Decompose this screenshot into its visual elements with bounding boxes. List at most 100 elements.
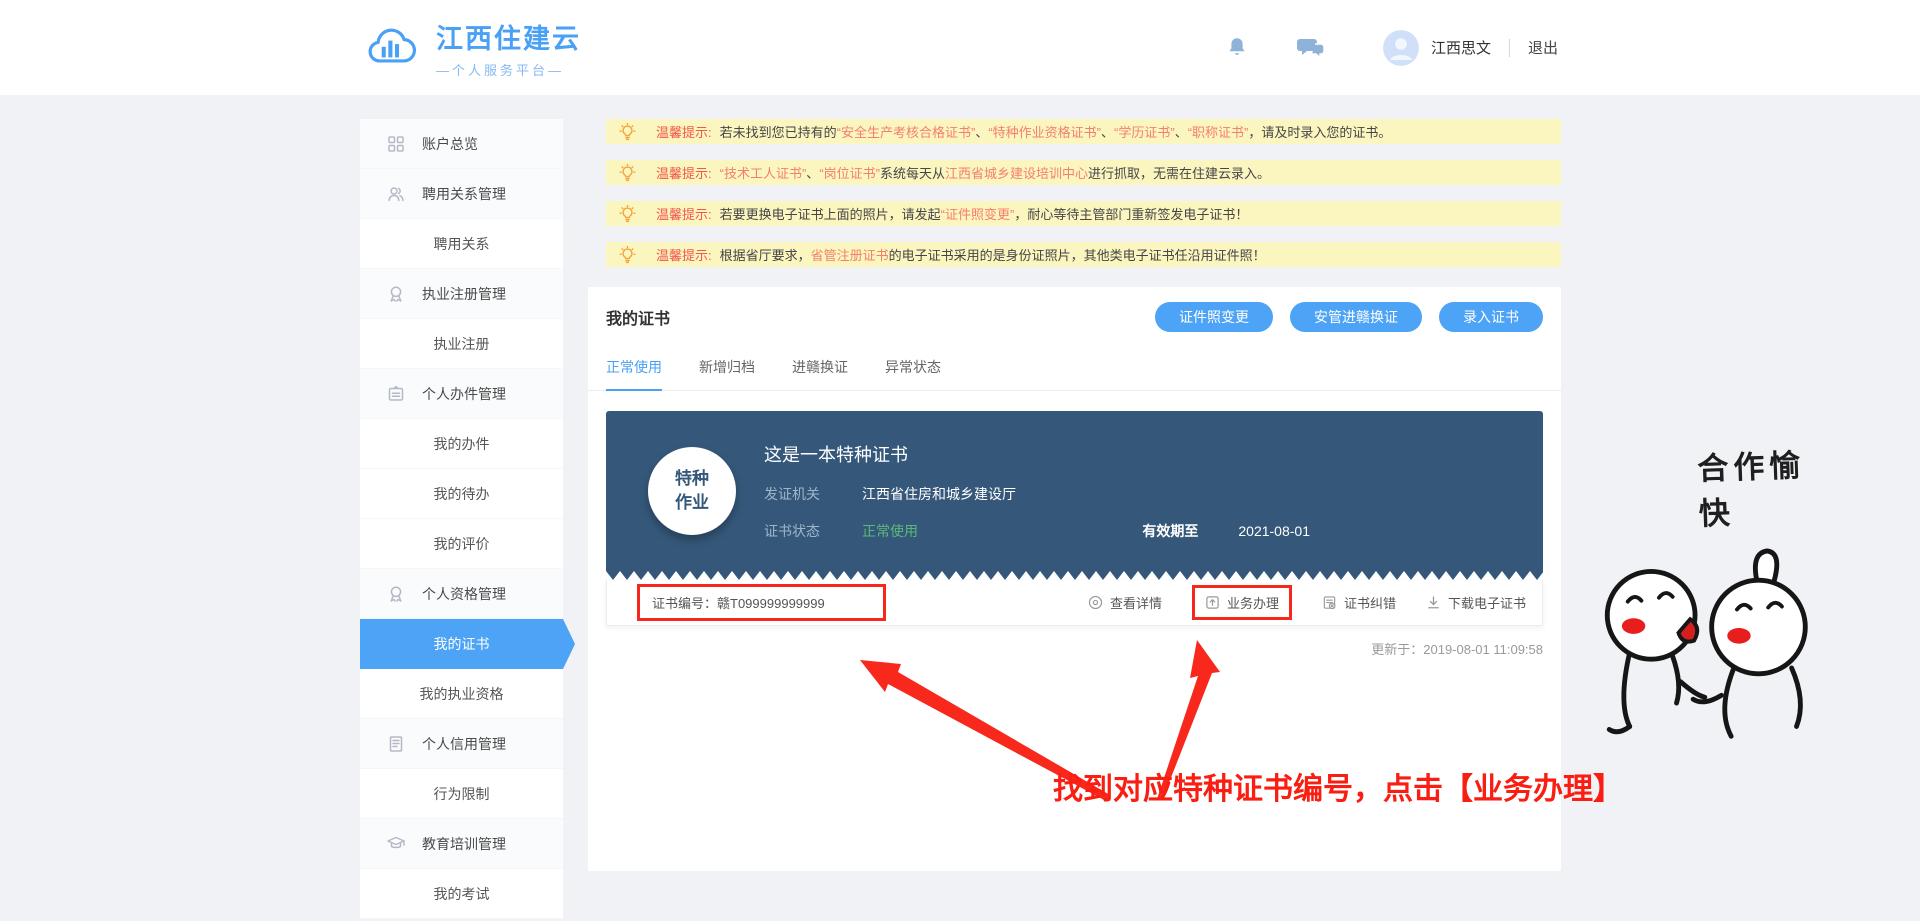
cloud-logo-icon (360, 21, 422, 74)
avatar[interactable] (1383, 30, 1419, 66)
logo-title: 江西住建云 (436, 17, 581, 56)
sidebar-item-sub[interactable]: 聘用关系 (360, 219, 563, 269)
sidebar-item-active[interactable]: 我的证书 (360, 619, 563, 669)
bulb-icon (619, 246, 636, 264)
sidebar-item-label: 我的证书 (434, 634, 490, 654)
notice-text: ，耐心等待主管部门重新签发电子证书！ (1014, 204, 1248, 223)
sidebar-item-label: 个人资格管理 (422, 584, 506, 604)
notice-highlight: 省管注册证书 (811, 245, 889, 264)
sidebar-item-sub[interactable]: 我的评价 (360, 519, 563, 569)
bulb-icon (619, 164, 636, 182)
notice-highlight: “技术工人证书” (720, 163, 807, 182)
action-eye[interactable]: 查看详情 (1088, 593, 1162, 612)
sidebar-item-group[interactable]: 聘用关系管理 (360, 169, 563, 219)
sidebar-item-sub[interactable]: 我的执业资格 (360, 669, 563, 719)
notice-highlight: “职称证书” (1188, 122, 1249, 141)
sidebar-item-group[interactable]: 个人资格管理 (360, 569, 563, 619)
sidebar-item-label: 个人信用管理 (422, 734, 506, 754)
certificate-card-body: 特种 作业 这是一本特种证书 发证机关 江西省住房和城乡建设厅 证书状态 (606, 411, 1543, 571)
pill-button[interactable]: 证件照变更 (1155, 302, 1273, 332)
username[interactable]: 江西思文 (1431, 37, 1491, 58)
grid-icon (386, 134, 406, 154)
body: 账户总览聘用关系管理聘用关系执业注册管理执业注册个人办件管理我的办件我的待办我的… (0, 119, 1920, 919)
logout-button[interactable]: 退出 (1528, 37, 1558, 58)
sidebar-item-label: 教育培训管理 (422, 834, 506, 854)
certificate-number: 证书编号：赣T099999999999 (637, 584, 886, 621)
app-logo[interactable]: 江西住建云 —个人服务平台— (360, 17, 581, 79)
notice-highlight: “安全生产考核合格证书” (837, 122, 976, 141)
action-upload[interactable]: 业务办理 (1192, 585, 1292, 620)
sidebar-item-label: 我的执业资格 (420, 684, 504, 704)
sidebar-item-group[interactable]: 执业注册管理 (360, 269, 563, 319)
tab-active[interactable]: 正常使用 (606, 357, 662, 391)
valid-until-value: 2021-08-01 (1238, 523, 1310, 539)
action-label: 业务办理 (1227, 593, 1279, 612)
sidebar-item-sub[interactable]: 执业注册 (360, 319, 563, 369)
sidebar-item-label: 我的评价 (434, 534, 490, 554)
sidebar-item-sub[interactable]: 我的考试 (360, 869, 563, 919)
notice-text: 若要更换电子证书上面的照片，请发起 (720, 204, 941, 223)
status-badge: 正常使用 (862, 521, 918, 541)
certificate-footer: 证书编号：赣T099999999999 查看详情 业务办理 证书纠错 下载电子证书 (606, 580, 1543, 626)
sidebar-item-group[interactable]: 个人信用管理 (360, 719, 563, 769)
action-label: 下载电子证书 (1448, 593, 1526, 612)
bulb-icon (619, 123, 636, 141)
certificate-actions: 查看详情 业务办理 证书纠错 下载电子证书 (1088, 585, 1526, 620)
sidebar-item-group[interactable]: 教育培训管理 (360, 819, 563, 869)
panel-head: 我的证书 证件照变更安管进赣换证录入证书 (588, 287, 1561, 332)
notice-highlight: “特种作业资格证书” (988, 122, 1101, 141)
sidebar-item-label: 我的待办 (434, 484, 490, 504)
tab-item[interactable]: 进赣换证 (792, 357, 848, 390)
notice-highlight: 江西省城乡建设培训中心 (945, 163, 1088, 182)
sidebar-item-group[interactable]: 账户总览 (360, 119, 563, 169)
medal-icon (386, 584, 406, 604)
badge-line2: 作业 (675, 491, 709, 515)
notice-banner: 温馨提示:根据省厅要求，省管注册证书的电子证书采用的是身份证照片，其他类电子证书… (606, 242, 1561, 267)
certificate-card: 特种 作业 这是一本特种证书 发证机关 江西省住房和城乡建设厅 证书状态 (606, 411, 1543, 626)
certificate-number-value: 赣T099999999999 (717, 596, 825, 611)
sidebar-menu: 账户总览聘用关系管理聘用关系执业注册管理执业注册个人办件管理我的办件我的待办我的… (360, 119, 563, 919)
panel-buttons: 证件照变更安管进赣换证录入证书 (1155, 302, 1543, 332)
bell-icon[interactable] (1225, 35, 1249, 61)
action-download[interactable]: 下载电子证书 (1426, 593, 1526, 612)
card-icon (386, 734, 406, 754)
medal-icon (386, 284, 406, 304)
notice-text: 、 (1175, 122, 1188, 141)
notice-list: 温馨提示:若未找到您已持有的 “安全生产考核合格证书” 、 “特种作业资格证书”… (588, 119, 1561, 267)
pill-button[interactable]: 录入证书 (1439, 302, 1543, 332)
eye-icon (1088, 595, 1103, 610)
upload-icon (1205, 595, 1220, 610)
notice-banner: 温馨提示: 若要更换电子证书上面的照片，请发起 “证件照变更” ，耐心等待主管部门… (606, 201, 1561, 226)
tab-item[interactable]: 新增归档 (699, 357, 755, 390)
sidebar-item-label: 聘用关系管理 (422, 184, 506, 204)
notice-highlight: “岗位证书” (819, 163, 880, 182)
certificates-panel: 我的证书 证件照变更安管进赣换证录入证书 正常使用 新增归档 进赣换证 异常状态 特种… (588, 287, 1561, 871)
notice-highlight: “证件照变更” (941, 204, 1015, 223)
action-doc-error[interactable]: 证书纠错 (1322, 593, 1396, 612)
notice-highlight: “学历证书” (1114, 122, 1175, 141)
action-label: 证书纠错 (1344, 593, 1396, 612)
certificate-type-badge: 特种 作业 (648, 447, 736, 535)
sidebar-item-sub[interactable]: 行为限制 (360, 769, 563, 819)
clipboard-icon (386, 384, 406, 404)
action-label: 查看详情 (1110, 593, 1162, 612)
people-icon (386, 184, 406, 204)
notice-banner: 温馨提示: “技术工人证书” 、 “岗位证书” 系统每天从江西省城乡建设培训中心… (606, 160, 1561, 185)
notice-prefix: 温馨提示: (656, 204, 712, 223)
notice-text: 、 (806, 163, 819, 182)
notice-text: ，请及时录入您的证书。 (1248, 122, 1391, 141)
notice-text: 的电子证书采用的是身份证照片，其他类电子证书任沿用证件照！ (889, 245, 1266, 264)
tab-item[interactable]: 异常状态 (885, 357, 941, 390)
page-title: 我的证书 (606, 305, 670, 329)
sidebar-item-label: 行为限制 (434, 784, 490, 804)
notice-prefix: 温馨提示: (656, 245, 712, 264)
pill-button[interactable]: 安管进赣换证 (1290, 302, 1422, 332)
notice-prefix: 温馨提示: (656, 122, 712, 141)
chat-icon[interactable] (1297, 35, 1327, 61)
issuer-label: 发证机关 (764, 484, 862, 504)
logo-subtitle: —个人服务平台— (436, 60, 581, 79)
sidebar-item-sub[interactable]: 我的办件 (360, 419, 563, 469)
sidebar-item-group[interactable]: 个人办件管理 (360, 369, 563, 419)
sidebar-item-sub[interactable]: 我的待办 (360, 469, 563, 519)
sidebar-item-label: 执业注册 (434, 334, 490, 354)
